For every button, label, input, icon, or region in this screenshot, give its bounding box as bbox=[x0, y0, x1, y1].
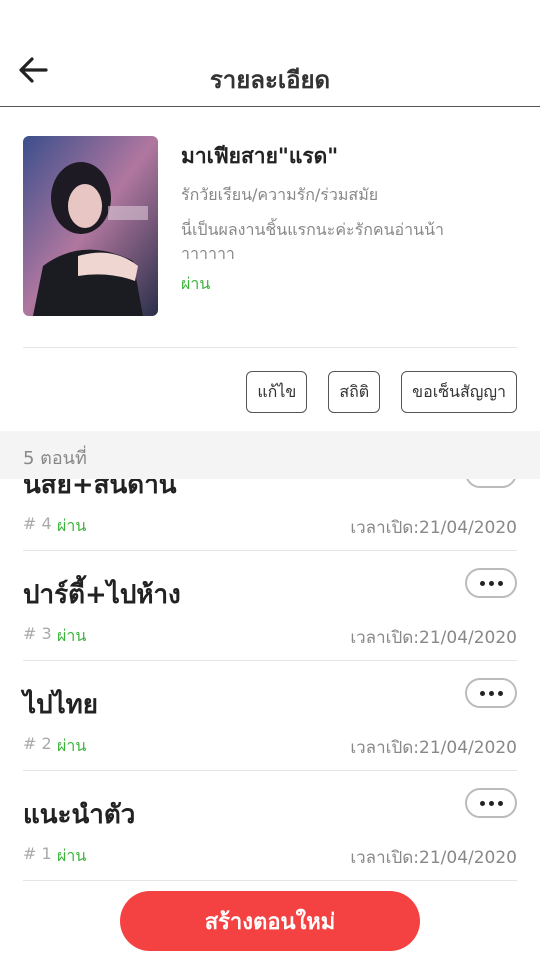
book-info: มาเฟียสาย"แรด" รักวัยเรียน/ความรัก/ร่วมส… bbox=[181, 140, 521, 297]
book-cover-image[interactable] bbox=[23, 136, 158, 316]
book-status: ผ่าน bbox=[181, 274, 211, 293]
contract-button[interactable]: ขอเซ็นสัญญา bbox=[401, 371, 517, 413]
list-item[interactable]: ปาร์ตี้+ไปห้าง # 3 ผ่าน เวลาเปิด:21/04/2… bbox=[23, 550, 517, 661]
dot-icon bbox=[497, 580, 503, 586]
list-item[interactable]: นิสัย+สันดาน # 4 ผ่าน เวลาเปิด:21/04/202… bbox=[23, 479, 517, 551]
dot-icon bbox=[488, 800, 494, 806]
stats-button[interactable]: สถิติ bbox=[328, 371, 381, 413]
book-tags: รักวัยเรียน/ความรัก/ร่วมสมัย bbox=[181, 185, 379, 204]
dot-icon bbox=[479, 580, 485, 586]
episode-number: # 4 bbox=[23, 514, 52, 533]
episode-title: แนะนำตัว bbox=[23, 800, 136, 830]
more-options-button[interactable] bbox=[465, 788, 517, 818]
dot-icon bbox=[497, 690, 503, 696]
episode-time: เวลาเปิด:21/04/2020 bbox=[350, 628, 517, 648]
episode-title: ไปไทย bbox=[23, 690, 99, 720]
episode-number: # 3 bbox=[23, 624, 52, 643]
dot-icon bbox=[479, 800, 485, 806]
episode-number: # 2 bbox=[23, 734, 52, 753]
episode-list[interactable]: นิสัย+สันดาน # 4 ผ่าน เวลาเปิด:21/04/202… bbox=[0, 479, 540, 882]
book-title: มาเฟียสาย"แรด" bbox=[181, 144, 339, 168]
episode-title: นิสัย+สันดาน bbox=[23, 479, 177, 500]
episode-time: เวลาเปิด:21/04/2020 bbox=[350, 738, 517, 758]
dot-icon bbox=[479, 690, 485, 696]
page-title: รายละเอียด bbox=[209, 66, 331, 94]
dot-icon bbox=[488, 690, 494, 696]
episode-status: ผ่าน bbox=[57, 736, 87, 755]
edit-button[interactable]: แก้ไข bbox=[246, 371, 308, 413]
dot-icon bbox=[488, 580, 494, 586]
episode-count-bar: 5 ตอนที่ bbox=[0, 431, 540, 479]
episode-number: # 1 bbox=[23, 844, 52, 863]
episode-title: ปาร์ตี้+ไปห้าง bbox=[23, 580, 181, 610]
book-description: นี่เป็นผลงานชิ้นแรกนะค่ะรักคนอ่านน้าาาาา… bbox=[181, 220, 445, 263]
episode-count: 5 ตอนที่ bbox=[23, 448, 87, 469]
episode-time: เวลาเปิด:21/04/2020 bbox=[350, 518, 517, 538]
list-item[interactable]: ไปไทย # 2 ผ่าน เวลาเปิด:21/04/2020 bbox=[23, 660, 517, 771]
top-bar: รายละเอียด bbox=[0, 0, 540, 107]
divider bbox=[23, 347, 517, 348]
more-options-button[interactable] bbox=[465, 568, 517, 598]
episode-status: ผ่าน bbox=[57, 626, 87, 645]
more-options-button[interactable] bbox=[465, 479, 517, 488]
episode-status: ผ่าน bbox=[57, 516, 87, 535]
action-buttons: แก้ไข สถิติ ขอเซ็นสัญญา bbox=[246, 371, 517, 413]
create-episode-button[interactable]: สร้างตอนใหม่ bbox=[120, 891, 420, 951]
episode-time: เวลาเปิด:21/04/2020 bbox=[350, 848, 517, 868]
more-options-button[interactable] bbox=[465, 678, 517, 708]
dot-icon bbox=[497, 800, 503, 806]
bottom-bar: สร้างตอนใหม่ bbox=[0, 882, 540, 960]
episode-status: ผ่าน bbox=[57, 846, 87, 865]
list-item[interactable]: แนะนำตัว # 1 ผ่าน เวลาเปิด:21/04/2020 bbox=[23, 770, 517, 881]
